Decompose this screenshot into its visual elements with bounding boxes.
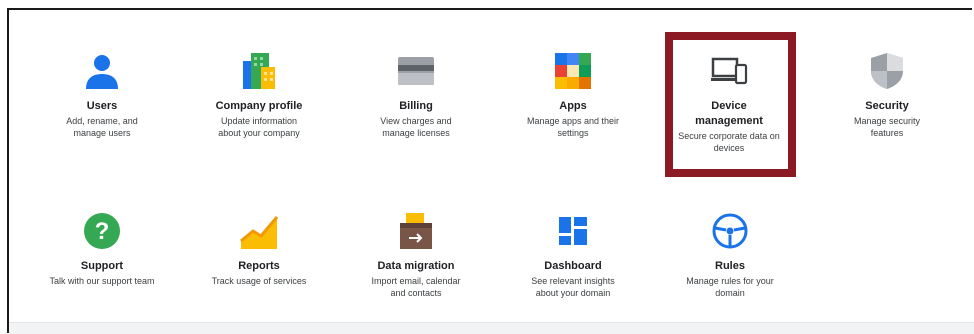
archive-box-icon	[396, 211, 436, 251]
tile-title: Security	[865, 100, 909, 112]
tile-device-management[interactable]: Device management Secure corporate data …	[664, 51, 794, 154]
tile-title: Apps	[559, 100, 587, 112]
tile-reports[interactable]: Reports Track usage of services	[194, 211, 324, 287]
tile-title: Billing	[399, 100, 433, 112]
tile-description: See relevant insights about your domain	[531, 276, 615, 298]
tile-description: Manage security features	[853, 116, 921, 138]
building-icon	[239, 51, 279, 91]
tile-dashboard[interactable]: Dashboard See relevant insights about yo…	[508, 211, 638, 299]
panel-bottom-divider	[9, 322, 974, 334]
tile-title: Users	[86, 100, 118, 112]
tile-title: Rules	[715, 260, 745, 272]
tile-title: Support	[80, 260, 124, 272]
tile-description: View charges and manage licenses	[380, 116, 452, 138]
tile-data-migration[interactable]: Data migration Import email, calendar an…	[351, 211, 481, 299]
tile-description: Secure corporate data on devices	[678, 131, 780, 153]
tile-description: Manage rules for your domain	[686, 276, 774, 298]
dashboard-icon	[553, 211, 593, 251]
tile-title: Device management	[695, 100, 763, 127]
trend-chart-icon	[239, 211, 279, 251]
tile-support[interactable]: ? Support Talk with our support team	[37, 211, 167, 287]
tile-description: Import email, calendar and contacts	[371, 276, 461, 298]
steering-wheel-icon	[710, 211, 750, 251]
devices-icon	[709, 51, 749, 91]
tile-description: Track usage of services	[211, 276, 307, 286]
tile-rules[interactable]: Rules Manage rules for your domain	[665, 211, 795, 299]
tile-users[interactable]: Users Add, rename, and manage users	[37, 51, 167, 139]
tile-title: Company profile	[215, 100, 303, 112]
tile-billing[interactable]: Billing View charges and manage licenses	[351, 51, 481, 139]
tile-description: Add, rename, and manage users	[66, 116, 138, 138]
tile-apps[interactable]: Apps Manage apps and their settings	[508, 51, 638, 139]
tile-title: Dashboard	[544, 260, 602, 272]
person-icon	[82, 51, 122, 91]
tile-title: Data migration	[377, 260, 455, 272]
tile-title: Reports	[238, 260, 280, 272]
tile-description: Talk with our support team	[49, 276, 155, 286]
tile-security[interactable]: Security Manage security features	[822, 51, 952, 139]
tile-description: Manage apps and their settings	[526, 116, 620, 138]
help-icon: ?	[82, 211, 122, 251]
credit-card-icon	[396, 51, 436, 91]
shield-icon	[867, 51, 907, 91]
app-grid-icon	[553, 51, 593, 91]
svg-text:?: ?	[95, 218, 110, 245]
tile-description: Update information about your company	[218, 116, 300, 138]
tile-company-profile[interactable]: Company profile Update information about…	[194, 51, 324, 139]
